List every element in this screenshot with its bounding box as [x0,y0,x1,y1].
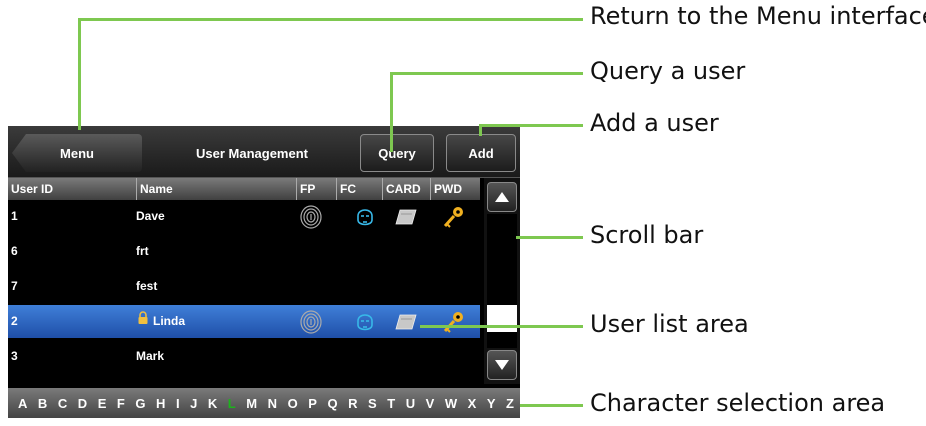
user-name-cell: fest [136,270,157,303]
add-button[interactable]: Add [446,134,516,172]
letter-u[interactable]: U [406,396,415,411]
letter-h[interactable]: H [156,396,165,411]
user-id: 7 [11,279,18,293]
callout-line-add-h [479,124,583,127]
callout-line-list [420,325,583,328]
callout-scroll: Scroll bar [590,221,704,249]
letter-i[interactable]: I [176,396,180,411]
device-screen: Menu User Management Query Add User ID N… [8,126,520,418]
arrow-up-icon [495,192,509,202]
user-id: 3 [11,349,18,363]
user-row[interactable]: 6 frt [8,235,480,268]
letter-s[interactable]: S [368,396,377,411]
screen-title: User Management [196,145,308,161]
letter-f[interactable]: F [117,396,125,411]
letter-n[interactable]: N [268,396,277,411]
letter-a[interactable]: A [18,396,27,411]
letter-m[interactable]: M [246,396,257,411]
lock-icon [136,305,150,338]
user-name-cell: Mark [136,340,164,373]
query-button[interactable]: Query [360,134,434,172]
column-user-id: User ID [11,182,54,196]
key-icon [440,204,466,230]
callout-add: Add a user [590,109,719,137]
callout-list: User list area [590,310,749,338]
callout-line-scroll [516,236,583,239]
user-row[interactable]: 7 fest [8,270,480,303]
letter-t[interactable]: T [387,396,395,411]
letter-e[interactable]: E [98,396,107,411]
letter-q[interactable]: Q [327,396,337,411]
user-id: 2 [11,314,18,328]
letter-d[interactable]: D [78,396,87,411]
letter-k[interactable]: K [208,396,217,411]
key-icon [440,309,466,335]
column-pwd: PWD [430,178,480,200]
callout-chars: Character selection area [590,389,886,417]
user-row[interactable]: 1 Dave [8,200,480,233]
user-name-cell: Linda [136,305,185,338]
user-list: 1 Dave 6 frt 7 fest 2 Linda 3 Mark [8,200,480,384]
user-table-header: User ID Name FP FC CARD PWD [8,178,480,200]
callout-line-menu-h [78,18,583,21]
letter-j[interactable]: J [190,396,197,411]
top-bar: Menu User Management Query Add [8,126,520,178]
letter-v[interactable]: V [426,396,435,411]
scroll-down-button[interactable] [487,350,517,380]
face-icon [352,204,378,230]
user-name: frt [136,244,149,258]
user-name: Mark [136,349,165,363]
card-icon [392,309,418,335]
user-row[interactable]: 3 Mark [8,340,480,373]
callout-line-menu [78,18,81,130]
letter-b[interactable]: B [38,396,47,411]
letter-z[interactable]: Z [506,396,514,411]
column-fc: FC [336,178,382,200]
user-name: Dave [136,209,165,223]
column-name: Name [136,178,296,200]
letter-y[interactable]: Y [487,396,496,411]
user-name-cell: frt [136,235,149,268]
callout-query: Query a user [590,57,746,85]
fingerprint-icon [298,309,324,335]
callout-line-query-h [390,72,583,75]
callout-line-query [390,72,393,152]
column-fp: FP [296,178,336,200]
callout-line-chars [520,404,583,407]
letter-l[interactable]: L [228,396,236,411]
letter-c[interactable]: C [58,396,67,411]
face-icon [352,309,378,335]
user-name: fest [136,279,158,293]
user-id: 6 [11,244,18,258]
menu-button[interactable]: Menu [12,134,142,172]
letter-o[interactable]: O [288,396,298,411]
user-id: 1 [11,209,18,223]
arrow-down-icon [495,360,509,370]
fingerprint-icon [298,204,324,230]
character-selection-bar: ABCDEFGHIJKLMNOPQRSTUVWXYZ [8,388,520,418]
user-name-cell: Dave [136,200,165,233]
letter-g[interactable]: G [135,396,145,411]
scroll-up-button[interactable] [487,182,517,212]
letter-x[interactable]: X [468,396,477,411]
letter-r[interactable]: R [348,396,357,411]
letter-w[interactable]: W [445,396,457,411]
scroll-bar[interactable] [484,178,520,384]
user-row[interactable]: 2 Linda [8,305,480,338]
card-icon [392,204,418,230]
user-name: Linda [153,314,185,328]
letter-p[interactable]: P [308,396,317,411]
callout-menu: Return to the Menu interface [590,2,926,30]
column-card: CARD [382,178,430,200]
